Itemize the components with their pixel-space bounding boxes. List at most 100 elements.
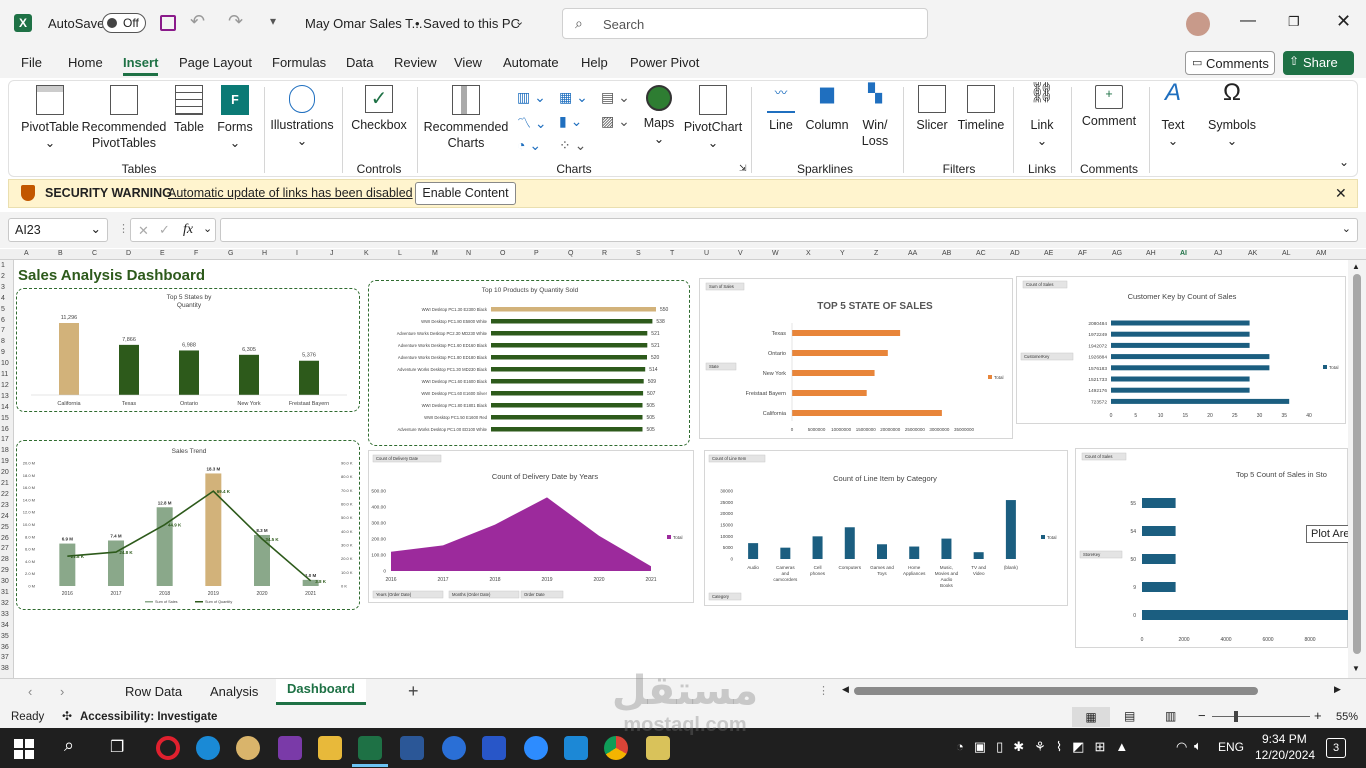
row-header[interactable]: 25	[1, 524, 9, 531]
vscode-icon[interactable]	[564, 736, 588, 760]
comment-button[interactable]: + Comment	[1077, 85, 1141, 129]
paint-icon[interactable]	[236, 736, 260, 760]
chart-top5-states[interactable]: Top 5 States by Quantity 11,296 California 7…	[16, 288, 360, 412]
column-header[interactable]: G	[228, 250, 233, 257]
column-header[interactable]: AF	[1078, 250, 1087, 257]
worksheet-grid[interactable]: Sales Analysis Dashboard Top 5 States by…	[14, 260, 1348, 678]
search-box[interactable]: ⌕ Search	[562, 8, 928, 39]
share-button[interactable]: ⇧ Share	[1283, 51, 1354, 75]
row-header[interactable]: 18	[1, 447, 9, 454]
column-header[interactable]: E	[160, 250, 165, 257]
column-header[interactable]: H	[262, 250, 267, 257]
column-header[interactable]: AI	[1180, 250, 1187, 257]
row-header[interactable]: 30	[1, 578, 9, 585]
hierarchy-chart-icon[interactable]: ▦ ⌄	[559, 89, 588, 106]
row-header[interactable]: 24	[1, 513, 9, 520]
column-header[interactable]: P	[534, 250, 539, 257]
scroll-up-icon[interactable]: ▲	[1352, 262, 1360, 271]
accessibility-icon[interactable]: ✣	[62, 709, 72, 723]
save-status[interactable]: • Saved to this PC	[415, 16, 520, 31]
row-header[interactable]: 15	[1, 415, 9, 422]
column-header[interactable]: V	[738, 250, 743, 257]
onenote-calendar-icon[interactable]	[278, 736, 302, 760]
chart-customer-key[interactable]: Count of Sales Customer Key by Count of S…	[1016, 276, 1346, 424]
row-header[interactable]: 33	[1, 611, 9, 618]
add-sheet-icon[interactable]: +	[408, 681, 419, 702]
customize-toolbar-icon[interactable]: ▾	[270, 14, 276, 28]
sparkline-winloss-button[interactable]: ▚ Win/ Loss	[855, 84, 895, 149]
tab-view[interactable]: View	[454, 55, 482, 70]
chart-top5-state-sales[interactable]: Sum of Sales TOP 5 STATE OF SALES State Tex…	[699, 278, 1013, 439]
save-icon[interactable]	[160, 15, 176, 31]
task-view-icon[interactable]: ❐	[110, 737, 124, 757]
row-header[interactable]: 23	[1, 502, 9, 509]
column-header[interactable]: AB	[942, 250, 951, 257]
chart-sales-trend[interactable]: Sales Trend 6.9 M 2016 7.4 M 2017 12.8 M 2018 1…	[16, 440, 360, 610]
column-header[interactable]: AM	[1316, 250, 1327, 257]
link-button[interactable]: ⛓ Link ⌄	[1021, 83, 1063, 149]
game-controller-icon[interactable]	[442, 736, 466, 760]
scroll-thumb[interactable]	[1353, 274, 1361, 654]
close-icon[interactable]: ✕	[1335, 185, 1347, 202]
file-explorer-icon[interactable]	[318, 736, 342, 760]
scroll-down-icon[interactable]: ▼	[1352, 664, 1360, 673]
tab-home[interactable]: Home	[68, 55, 103, 70]
row-header[interactable]: 27	[1, 545, 9, 552]
language-indicator[interactable]: ENG	[1218, 740, 1244, 754]
column-header[interactable]: J	[330, 250, 334, 257]
row-header[interactable]: 4	[1, 295, 5, 302]
row-header[interactable]: 26	[1, 535, 9, 542]
scroll-thumb[interactable]	[854, 687, 1258, 695]
combo-chart-icon[interactable]: ▨ ⌄	[601, 113, 630, 130]
checkbox-button[interactable]: ✓ Checkbox	[349, 85, 409, 133]
comments-button[interactable]: ▭ Comments	[1185, 51, 1275, 75]
statistic-chart-icon[interactable]: ▮ ⌄	[559, 113, 582, 130]
zoom-out-icon[interactable]: −	[1198, 708, 1206, 723]
chart-top10-products[interactable]: Top 10 Products by Quantity Sold WWI Desk…	[368, 280, 690, 446]
volume-icon[interactable]: 🔈︎	[1194, 738, 1202, 754]
row-header[interactable]: 17	[1, 436, 9, 443]
scroll-right-icon[interactable]: ▶	[1334, 684, 1341, 695]
column-header[interactable]: N	[466, 250, 471, 257]
row-header[interactable]: 38	[1, 665, 9, 672]
column-header[interactable]: AK	[1248, 250, 1257, 257]
zoom-level[interactable]: 55%	[1336, 711, 1358, 723]
row-header[interactable]: 37	[1, 654, 9, 661]
scatter-chart-icon[interactable]: ⁘ ⌄	[559, 137, 586, 154]
clock-time[interactable]: 9:34 PM	[1262, 732, 1307, 746]
clock-date[interactable]: 12/20/2024	[1255, 748, 1315, 762]
tab-review[interactable]: Review	[394, 55, 437, 70]
column-header[interactable]: AL	[1282, 250, 1291, 257]
folder-app-icon[interactable]	[646, 736, 670, 760]
sparkline-column-button[interactable]: ▆ Column	[805, 84, 849, 133]
zoom-slider[interactable]	[1212, 711, 1310, 722]
tab-formulas[interactable]: Formulas	[272, 55, 326, 70]
row-header[interactable]: 22	[1, 491, 9, 498]
opera-icon[interactable]	[156, 736, 180, 760]
column-chart-icon[interactable]: ▥ ⌄	[517, 89, 546, 106]
column-header[interactable]: AJ	[1214, 250, 1222, 257]
tab-help[interactable]: Help	[581, 55, 608, 70]
column-header[interactable]: F	[194, 250, 198, 257]
zoom-in-icon[interactable]: +	[1314, 708, 1322, 723]
pivotchart-button[interactable]: PivotChart ⌄	[681, 85, 745, 151]
cancel-icon[interactable]: ✕	[138, 223, 149, 239]
column-header[interactable]: AD	[1010, 250, 1020, 257]
column-header[interactable]: Y	[840, 250, 845, 257]
maps-button[interactable]: Maps ⌄	[639, 85, 679, 147]
prev-sheet-icon[interactable]: ‹	[28, 684, 32, 699]
edge-icon[interactable]	[196, 736, 220, 760]
row-header[interactable]: 1	[1, 262, 5, 269]
tab-insert[interactable]: Insert	[123, 55, 159, 76]
symbols-button[interactable]: Ω Symbols ⌄	[1205, 81, 1259, 149]
row-header[interactable]: 9	[1, 349, 5, 356]
pie-chart-icon[interactable]: ◔ ⌄	[517, 137, 541, 154]
row-header[interactable]: 11	[1, 371, 8, 378]
sheet-tab-row-data[interactable]: Row Data	[125, 684, 182, 699]
column-header[interactable]: D	[126, 250, 131, 257]
row-header[interactable]: 13	[1, 393, 9, 400]
enter-icon[interactable]: ✓	[159, 222, 170, 238]
recommended-charts-button[interactable]: Recommended Charts	[421, 85, 511, 151]
chevron-down-icon[interactable]: ⌄	[203, 222, 212, 235]
en-app-icon[interactable]	[482, 736, 506, 760]
